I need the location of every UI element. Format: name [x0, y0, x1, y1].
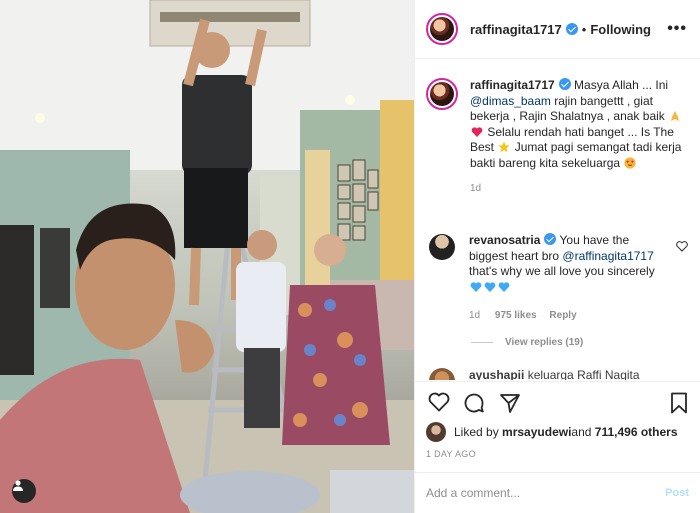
caption-mention[interactable]: @dimas_baam [470, 94, 551, 108]
comment-text: keluarga Raffi Nagita [527, 368, 640, 380]
post-comment-button[interactable]: Post [665, 487, 689, 499]
liked-by-summary: Liked by mrsayudewi and 711,496 others [426, 422, 678, 442]
post-caption: raffinagita1717 Masya Allah ... Ini @dim… [426, 78, 696, 197]
verified-badge-icon [565, 23, 578, 35]
comment-item: revanosatria You have the biggest heart … [426, 233, 696, 324]
view-replies-label: View replies (19) [505, 337, 584, 348]
photo-illustration [0, 0, 414, 513]
action-bar [415, 381, 700, 421]
bookmark-icon[interactable] [670, 392, 688, 414]
liked-by-joiner: and [571, 425, 592, 439]
blue-heart-icon [470, 281, 482, 292]
more-options-icon[interactable]: ••• [667, 20, 687, 38]
tagged-users-button[interactable] [12, 479, 36, 503]
liker-avatar[interactable] [426, 422, 446, 442]
caption-avatar[interactable] [426, 78, 458, 110]
reply-button[interactable]: Reply [549, 310, 576, 321]
comment-mention[interactable]: @raffinagita1717 [562, 249, 653, 263]
folded-hands-icon [671, 111, 680, 121]
heart-icon[interactable] [428, 392, 450, 412]
post-photo[interactable] [0, 0, 414, 513]
commenter-avatar[interactable] [429, 368, 455, 380]
instagram-post-view: raffinagita1717 • Following ••• raffinag… [0, 0, 700, 513]
star-icon [498, 141, 510, 153]
post-header: raffinagita1717 • Following ••• [415, 0, 700, 59]
verified-badge-icon [558, 78, 571, 90]
share-icon[interactable] [499, 392, 521, 414]
caption-username[interactable]: raffinagita1717 [470, 78, 555, 92]
comment-meta: 1d 975 likes Reply [469, 308, 665, 324]
comment-text-2: that's why we all love you sincerely [469, 264, 655, 278]
add-comment-bar: Post [415, 472, 700, 513]
caption-text-1: Masya Allah ... Ini [574, 78, 669, 92]
post-date[interactable]: 1 DAY AGO [426, 449, 476, 459]
post-side-panel: raffinagita1717 • Following ••• raffinag… [414, 0, 700, 513]
commenter-username[interactable]: revanosatria [469, 233, 540, 247]
user-icon [13, 480, 23, 491]
author-username[interactable]: raffinagita1717 [470, 22, 562, 37]
comment-icon[interactable] [463, 392, 485, 414]
comment-timestamp[interactable]: 1d [469, 310, 480, 321]
comments-list[interactable]: raffinagita1717 Masya Allah ... Ini @dim… [415, 60, 700, 380]
replies-divider [471, 342, 493, 343]
separator-dot: • [581, 21, 587, 37]
verified-badge-icon [544, 233, 557, 245]
view-replies-button[interactable]: View replies (19) [471, 337, 583, 348]
comment-item: ayushapii keluarga Raffi Nagita [426, 368, 696, 380]
commenter-avatar[interactable] [429, 234, 455, 260]
liked-by-prefix: Liked by [454, 425, 499, 439]
following-button[interactable]: Following [590, 22, 651, 37]
author-avatar[interactable] [426, 13, 458, 45]
red-heart-icon [471, 126, 483, 137]
liker-username[interactable]: mrsayudewi [502, 425, 571, 439]
blue-heart-icon [484, 281, 496, 292]
comment-likes-count[interactable]: 975 likes [495, 310, 537, 321]
comment-like-heart-icon[interactable] [676, 241, 688, 252]
likes-count[interactable]: 711,496 others [595, 425, 678, 439]
blue-heart-icon [498, 281, 510, 292]
commenter-username[interactable]: ayushapii [469, 368, 524, 380]
heart-eyes-icon [624, 156, 637, 169]
caption-timestamp[interactable]: 1d [470, 181, 694, 197]
comment-input[interactable] [426, 486, 646, 500]
